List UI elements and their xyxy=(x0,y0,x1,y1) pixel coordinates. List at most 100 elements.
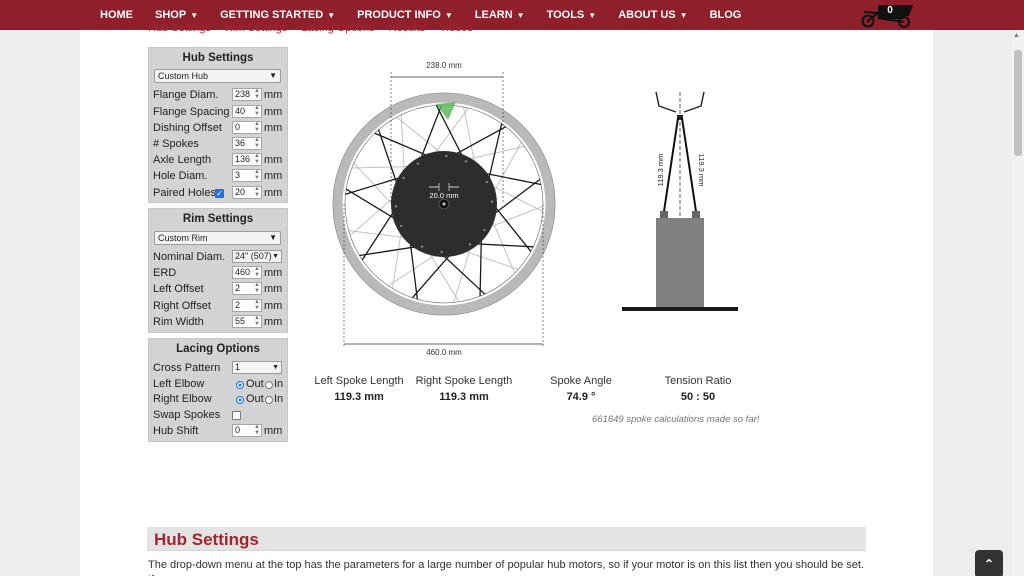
spokes-label: # Spokes xyxy=(153,138,199,150)
spinner-icon[interactable]: ▲ ▼ xyxy=(254,121,260,133)
cross-pattern-value: 1 xyxy=(235,362,241,372)
nominal-diam-select[interactable]: 24" (507) ▼ xyxy=(232,250,282,263)
left-flange-block xyxy=(660,211,668,218)
subtab-lacing-options[interactable]: Lacing Options xyxy=(301,22,374,38)
spinner-icon[interactable]: ▲ ▼ xyxy=(254,105,260,117)
chevron-down-icon: ▼ xyxy=(327,10,336,20)
right-offset-unit: mm xyxy=(264,300,283,312)
hub-preset-select[interactable]: Custom Hub ▼ xyxy=(154,69,281,83)
nav-item-about-us[interactable]: ABOUT US ▼ xyxy=(618,9,687,21)
nav-item-learn[interactable]: LEARN ▼ xyxy=(475,9,525,21)
spacing-dim-label: 20.0 mm xyxy=(429,191,458,200)
spinner-icon[interactable]: ▲ ▼ xyxy=(254,186,260,198)
spinner-icon[interactable]: ▲ ▼ xyxy=(254,282,260,294)
spoke-angle-result: Spoke Angle 74.9 ° xyxy=(536,375,626,403)
left-elbow-in-radio[interactable] xyxy=(265,381,273,389)
paired-holes-input[interactable]: 20 ▲ ▼ xyxy=(232,186,262,199)
chevron-down-icon: ▼ xyxy=(269,233,277,242)
left-elbow-in-label: In xyxy=(274,378,284,390)
erd-label: ERD xyxy=(153,267,177,279)
spinner-icon[interactable]: ▲ ▼ xyxy=(254,424,260,436)
flange-diam-input[interactable]: 238 ▲ ▼ xyxy=(232,88,262,101)
rim-width-input[interactable]: 55 ▲ ▼ xyxy=(232,315,262,328)
flange-diam-value: 238 xyxy=(235,89,251,99)
wheel-side-view-diagram: 119.3 mm 119.3 mm xyxy=(622,91,738,311)
hole-diam-input[interactable]: 3 ▲ ▼ xyxy=(232,169,262,182)
erd-input[interactable]: 460 ▲ ▼ xyxy=(232,266,262,279)
paired-holes-checkbox[interactable]: ✓ xyxy=(215,189,224,198)
page-scrollbar[interactable]: ▲ xyxy=(1012,30,1024,576)
scroll-thumb[interactable] xyxy=(1014,50,1022,156)
nav-item-shop[interactable]: SHOP ▼ xyxy=(155,9,198,21)
axle-length-input[interactable]: 136 ▲ ▼ xyxy=(232,153,262,166)
nominal-diam-value: 24" (507) xyxy=(235,251,272,261)
right-offset-value: 2 xyxy=(235,300,241,310)
right-elbow-out-radio[interactable] xyxy=(236,396,244,404)
nav-item-label: HOME xyxy=(100,9,133,21)
hole-diam-row: Hole Diam. 3 ▲ ▼ mm xyxy=(153,169,287,184)
spoke xyxy=(391,225,403,289)
swap-spokes-checkbox[interactable] xyxy=(232,411,241,420)
nav-item-label: SHOP xyxy=(155,9,187,21)
cross-pattern-select[interactable]: 1 ▼ xyxy=(232,361,282,374)
left-offset-unit: mm xyxy=(264,283,283,295)
nav-item-label: PRODUCT INFO xyxy=(357,9,441,21)
rim-left-flange xyxy=(655,91,677,113)
spinner-icon[interactable]: ▲ ▼ xyxy=(254,153,260,165)
spinner-icon[interactable]: ▲ ▼ xyxy=(254,88,260,100)
spinner-icon[interactable]: ▲ ▼ xyxy=(254,266,260,278)
cart-button[interactable]: 0 xyxy=(856,2,916,28)
spoke xyxy=(469,242,534,248)
hub-hole xyxy=(445,154,448,158)
nominal-diam-row: Nominal Diam. 24" (507) ▼ xyxy=(153,250,287,265)
right-elbow-in-radio[interactable] xyxy=(265,396,273,404)
right-elbow-out-label: Out xyxy=(246,393,264,405)
spoke xyxy=(396,116,447,158)
nav-item-getting-started[interactable]: GETTING STARTED ▼ xyxy=(220,9,335,21)
scroll-up-icon[interactable]: ▲ xyxy=(1013,32,1020,39)
dishing-offset-input[interactable]: 0 ▲ ▼ xyxy=(232,121,262,134)
back-to-top-button[interactable]: ⌃ xyxy=(975,550,1003,576)
spinner-icon[interactable]: ▲ ▼ xyxy=(254,169,260,181)
spinner-icon[interactable]: ▲ ▼ xyxy=(254,299,260,311)
flange-diam-row: Flange Diam. 238 ▲ ▼ mm xyxy=(153,88,287,103)
rim-settings-title: Rim Settings xyxy=(182,213,254,225)
hub-hole xyxy=(420,245,424,248)
subtab-results[interactable]: Results xyxy=(389,22,426,38)
left-spoke-result: Left Spoke Length 119.3 mm xyxy=(304,375,414,403)
flange-diam-unit: mm xyxy=(264,89,283,101)
chevron-down-icon: ▼ xyxy=(272,251,279,262)
content-page: Hub Settings Rim Settings Lacing Options Re… xyxy=(80,22,933,576)
spoke-angle-result-label: Spoke Angle xyxy=(550,375,612,387)
rim-preset-select[interactable]: Custom Rim ▼ xyxy=(154,231,281,245)
subtab-rim-settings[interactable]: Rim Settings xyxy=(225,22,287,38)
erd-unit: mm xyxy=(264,267,283,279)
hub-body xyxy=(656,218,704,308)
chevron-down-icon: ▼ xyxy=(190,10,199,20)
hub-hole xyxy=(394,205,398,208)
left-offset-input[interactable]: 2 ▲ ▼ xyxy=(232,282,262,295)
dishing-offset-row: Dishing Offset 0 ▲ ▼ mm xyxy=(153,121,287,136)
spinner-icon[interactable]: ▲ ▼ xyxy=(254,315,260,327)
nav-item-product-info[interactable]: PRODUCT INFO ▼ xyxy=(357,9,453,21)
hub-shift-input[interactable]: 0 ▲ ▼ xyxy=(232,424,262,437)
right-spoke-result-value: 119.3 mm xyxy=(439,391,489,403)
spokes-input[interactable]: 36 ▲ ▼ xyxy=(232,137,262,150)
section-title: Hub Settings xyxy=(154,530,259,549)
right-offset-label: Right Offset xyxy=(153,300,211,312)
nav-item-label: BLOG xyxy=(709,9,742,21)
axle-length-value: 136 xyxy=(235,154,251,164)
subtab-hub-settings[interactable]: Hub Settings xyxy=(148,22,211,38)
flange-spacing-input[interactable]: 40 ▲ ▼ xyxy=(232,105,262,118)
nav-item-label: ABOUT US xyxy=(618,9,676,21)
right-offset-row: Right Offset 2 ▲ ▼ mm xyxy=(153,299,287,314)
left-elbow-out-radio[interactable] xyxy=(236,381,244,389)
subtab-videos[interactable]: Videos xyxy=(439,22,472,38)
nav-item-home[interactable]: HOME xyxy=(100,9,133,21)
right-offset-input[interactable]: 2 ▲ ▼ xyxy=(232,299,262,312)
nav-item-tools[interactable]: TOOLS ▼ xyxy=(547,9,597,21)
nav-item-blog[interactable]: BLOG xyxy=(710,9,742,21)
spinner-icon[interactable]: ▲ ▼ xyxy=(254,137,260,149)
axle-length-unit: mm xyxy=(264,154,283,166)
hub-shift-unit: mm xyxy=(264,425,283,437)
